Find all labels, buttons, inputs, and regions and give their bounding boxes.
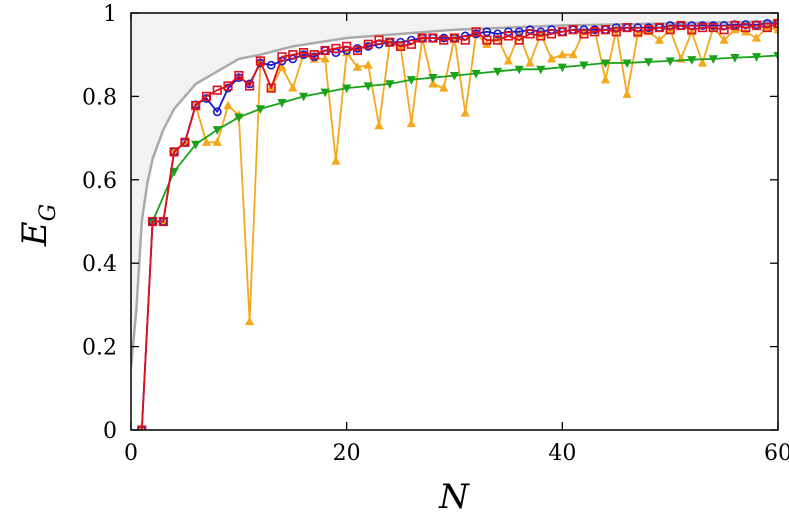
x-tick-label: 60: [764, 441, 789, 466]
svg-text:EG: EG: [15, 204, 61, 247]
y-tick-label: 0: [103, 419, 117, 444]
y-tick-label: 0.4: [82, 252, 117, 277]
data-point: [374, 120, 384, 130]
data-point: [363, 60, 373, 69]
data-point: [622, 89, 632, 98]
series-line: [140, 22, 778, 430]
series-line: [140, 26, 778, 430]
data-point: [288, 83, 298, 92]
data-point: [525, 58, 535, 67]
y-tick-label: 0.8: [82, 85, 117, 110]
y-axis-label: EG: [15, 204, 61, 247]
data-point: [460, 108, 470, 117]
series-line: [140, 22, 778, 430]
series-line: [151, 54, 778, 222]
data-point: [406, 118, 416, 128]
data-point: [600, 74, 611, 84]
y-tick-label: 0.2: [82, 336, 117, 361]
x-tick-label: 0: [124, 441, 138, 466]
y-axis-label-subscript: G: [36, 204, 61, 222]
y-axis-label-main: E: [15, 221, 55, 247]
data-point: [503, 55, 514, 65]
upper-bound-layer: [131, 13, 778, 368]
series-triangle-up: [139, 22, 778, 430]
data-point: [223, 100, 233, 110]
chart: 0 20 40 60 0 0.2 0.4 0.6 0.8 1 N EG: [15, 2, 789, 515]
data-point: [245, 316, 255, 326]
y-tick-label: 1: [103, 2, 117, 27]
series-layer: [137, 18, 778, 430]
data-point: [331, 156, 341, 165]
x-tick-label: 20: [333, 441, 361, 466]
y-tick-label: 0.6: [82, 169, 117, 194]
x-axis-label: N: [438, 477, 470, 515]
series-circle: [137, 19, 778, 430]
x-tick-label: 40: [548, 441, 576, 466]
